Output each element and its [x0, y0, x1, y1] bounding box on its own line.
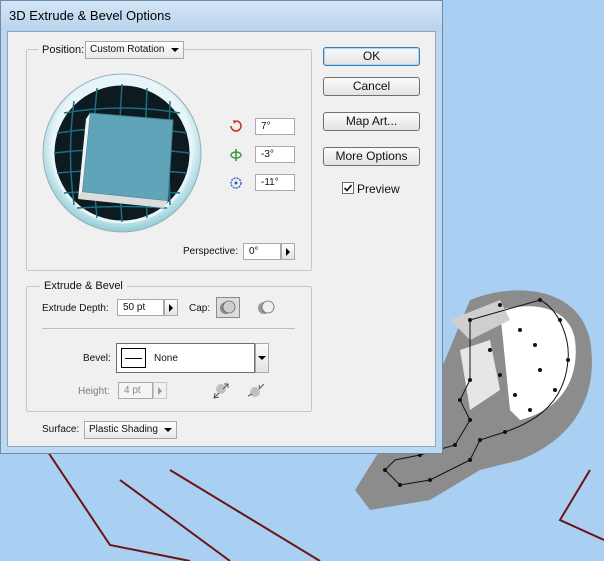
- height-label: Height:: [78, 386, 110, 397]
- surface-value: Plastic Shading: [89, 424, 158, 435]
- cap-on-button[interactable]: [216, 297, 240, 318]
- bevel-extent-out-button[interactable]: [210, 380, 232, 402]
- bevel-dropdown[interactable]: None: [116, 343, 255, 373]
- height-slider-button[interactable]: [153, 382, 167, 399]
- cap-off-button[interactable]: [256, 298, 276, 317]
- position-dropdown[interactable]: Custom Rotation: [85, 41, 184, 59]
- extrude-depth-field[interactable]: 50 pt: [117, 299, 164, 316]
- position-value: Custom Rotation: [90, 44, 165, 55]
- chevron-down-icon: [164, 428, 172, 432]
- rotate-y-axis-icon: [229, 148, 243, 165]
- bevel-extent-in-icon: [247, 383, 265, 397]
- perspective-field[interactable]: 0°: [243, 243, 281, 260]
- ok-button[interactable]: OK: [323, 47, 420, 66]
- surface-dropdown[interactable]: Plastic Shading: [84, 421, 177, 439]
- bevel-profile-line: [125, 358, 142, 359]
- extrude-depth-label: Extrude Depth:: [42, 303, 109, 314]
- track-cube[interactable]: [42, 73, 202, 233]
- dialog-title: 3D Extrude & Bevel Options: [9, 8, 171, 23]
- bevel-label: Bevel:: [83, 353, 111, 364]
- cancel-button[interactable]: Cancel: [323, 77, 420, 96]
- extrude-depth-slider-button[interactable]: [164, 299, 178, 316]
- cap-on-icon: [220, 300, 236, 314]
- extrude-bevel-group-label: Extrude & Bevel: [40, 280, 127, 292]
- dialog-client: Position: Custom Rotation 7° -3° -11° Pe…: [7, 31, 436, 447]
- cap-off-icon: [258, 300, 275, 314]
- map-art-button[interactable]: Map Art...: [323, 112, 420, 131]
- rotate-x-field[interactable]: 7°: [255, 118, 295, 135]
- checkmark-icon: [343, 184, 353, 192]
- rotate-z-field[interactable]: -11°: [255, 174, 295, 191]
- artboard-canvas: 3D Extrude & Bevel Options Position: Cus…: [0, 0, 604, 561]
- bevel-extent-in-button[interactable]: [246, 380, 268, 402]
- perspective-slider-button[interactable]: [281, 243, 295, 260]
- bevel-extent-out-icon: [213, 383, 229, 399]
- position-label: Position:: [38, 44, 89, 56]
- chevron-down-icon: [171, 48, 179, 52]
- rotate-y-field[interactable]: -3°: [255, 146, 295, 163]
- preview-checkbox[interactable]: [342, 182, 354, 194]
- cap-label: Cap:: [189, 303, 211, 314]
- perspective-label: Perspective:: [183, 246, 239, 257]
- surface-label: Surface:: [42, 424, 80, 435]
- height-field[interactable]: 4 pt: [118, 382, 153, 399]
- chevron-right-icon: [158, 387, 162, 395]
- bevel-value: None: [154, 353, 178, 364]
- dialog-titlebar[interactable]: 3D Extrude & Bevel Options: [1, 1, 442, 31]
- rotate-z-axis-icon: [229, 176, 243, 193]
- chevron-right-icon: [169, 304, 173, 312]
- bevel-preview-swatch: [121, 348, 146, 368]
- chevron-down-icon: [258, 356, 266, 360]
- bevel-dropdown-button[interactable]: [255, 343, 269, 373]
- rotate-x-axis-icon: [229, 119, 243, 136]
- divider: [42, 328, 295, 329]
- chevron-right-icon: [286, 248, 290, 256]
- more-options-button[interactable]: More Options: [323, 147, 420, 166]
- extrude-bevel-dialog: 3D Extrude & Bevel Options Position: Cus…: [0, 0, 443, 454]
- preview-label: Preview: [357, 182, 400, 196]
